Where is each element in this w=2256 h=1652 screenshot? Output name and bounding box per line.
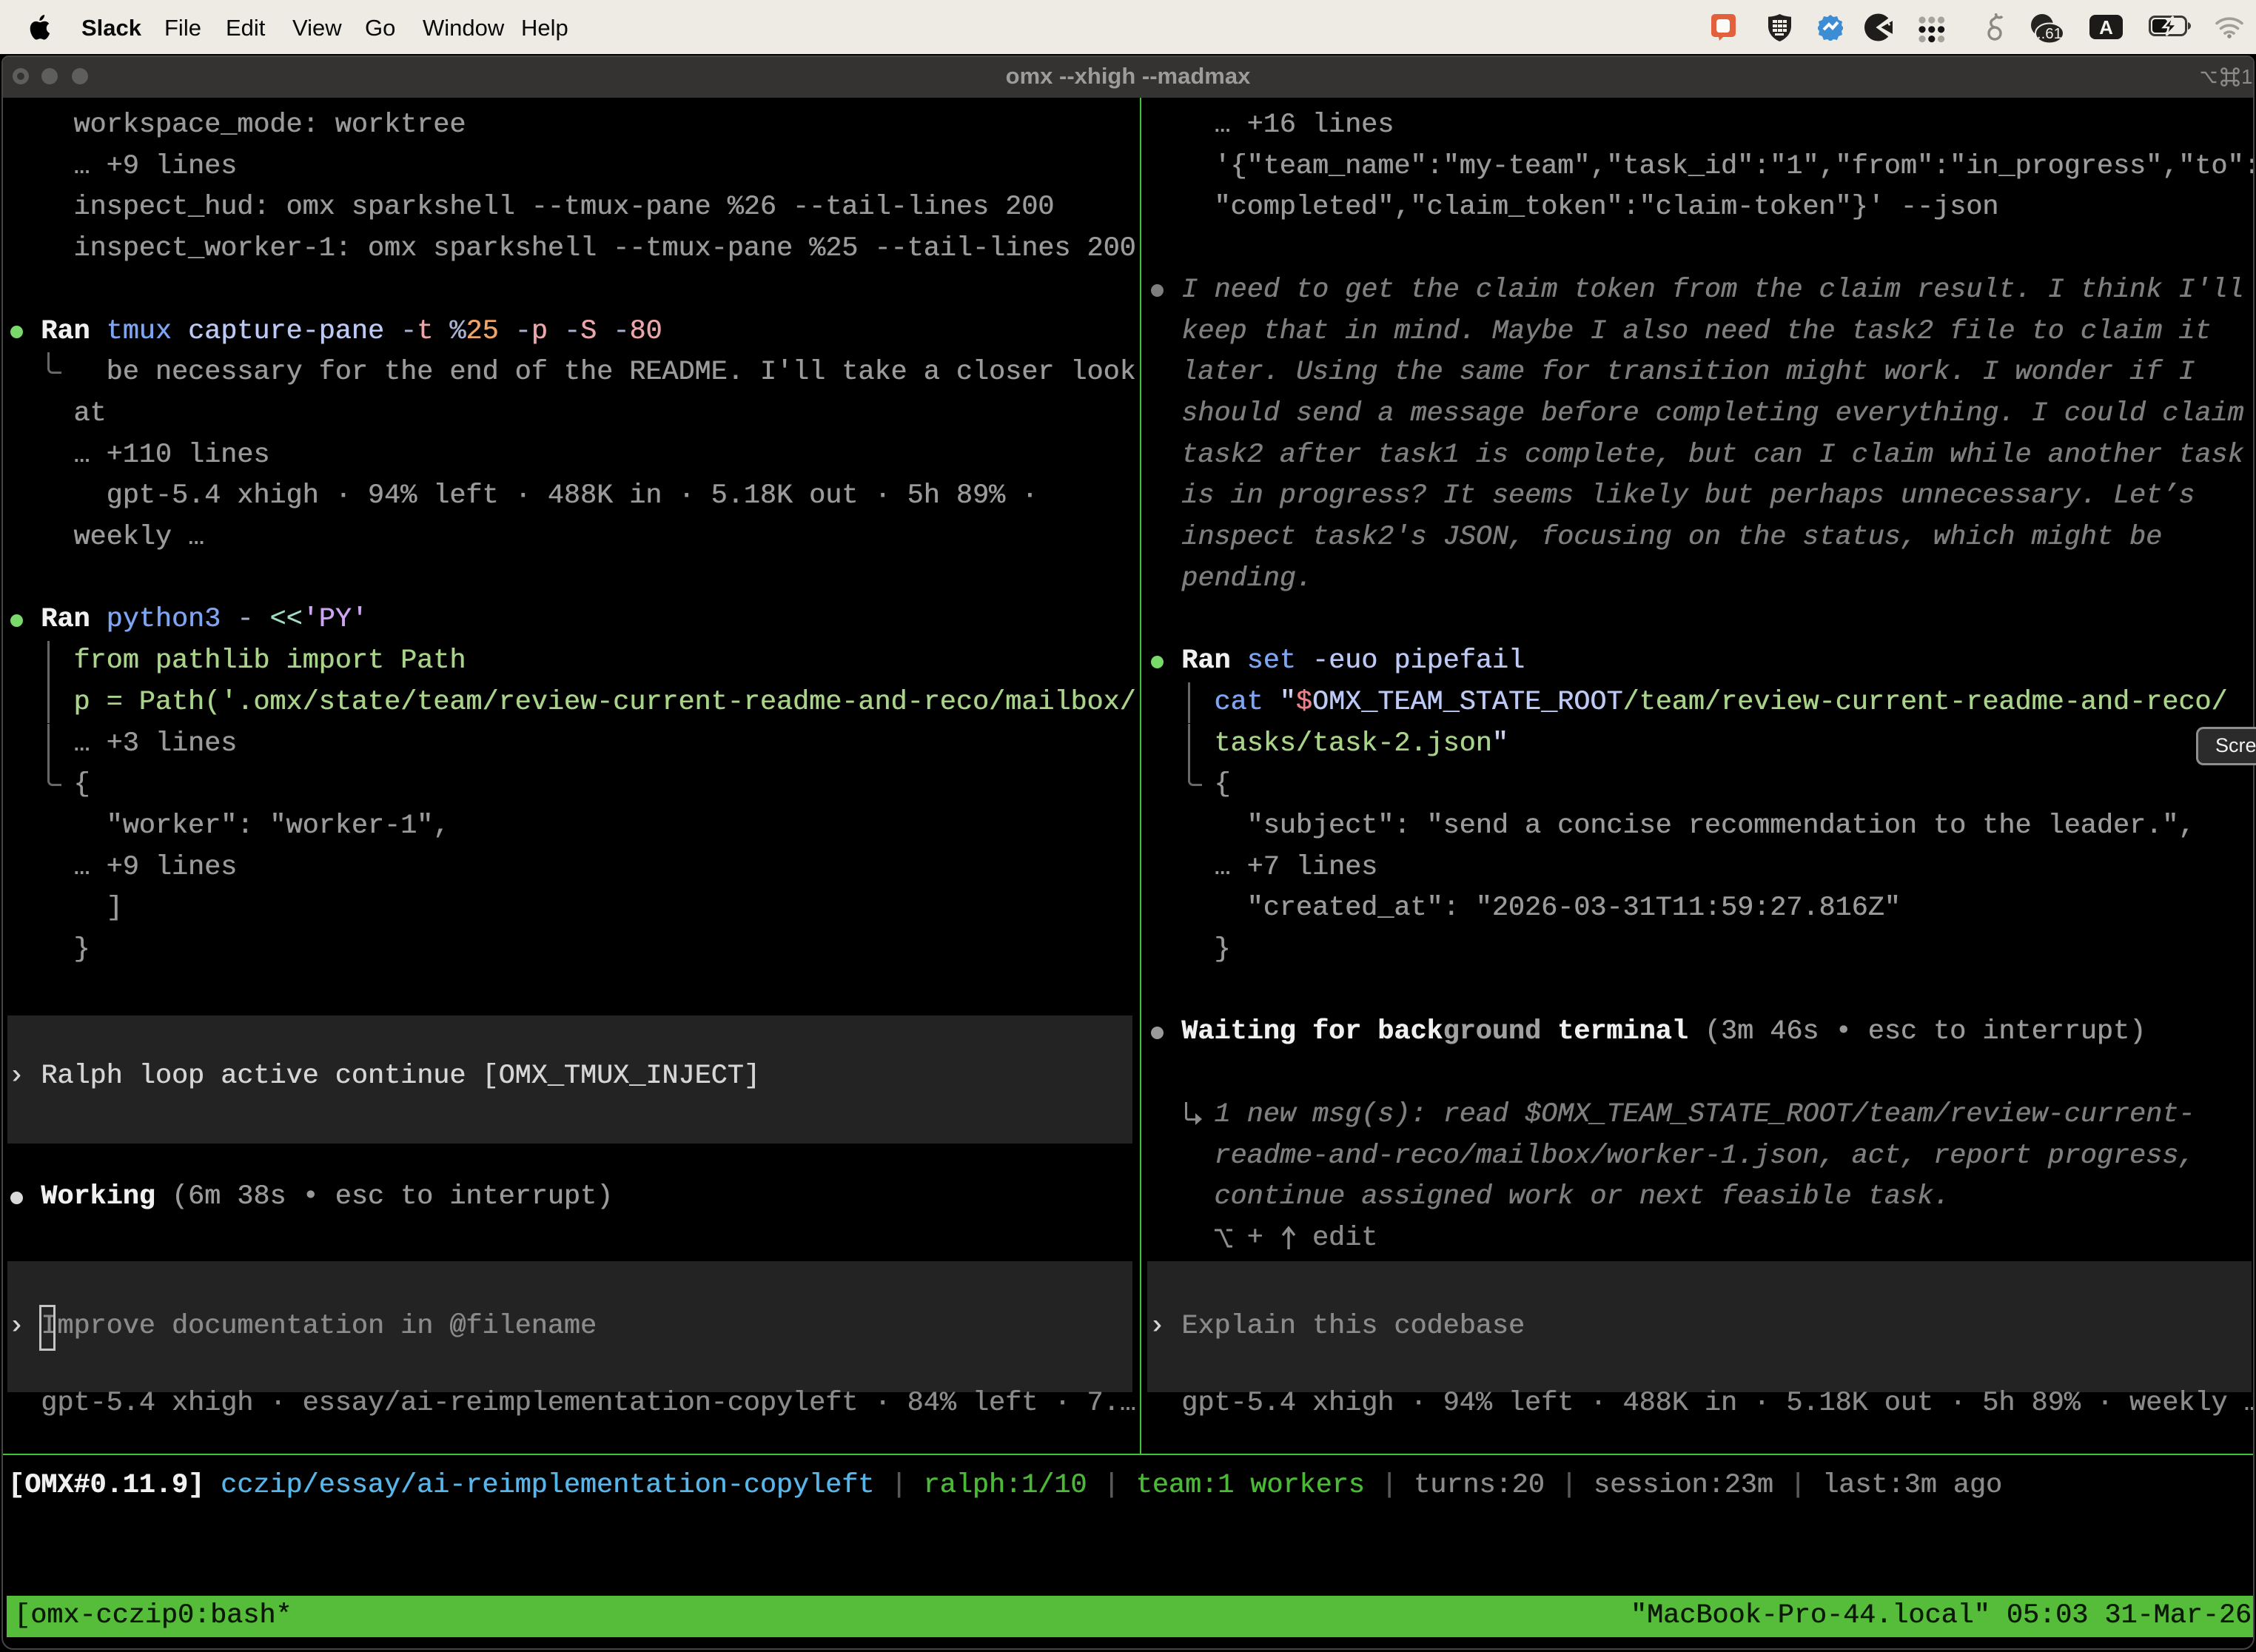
svg-text:..61: ..61 <box>2037 25 2062 42</box>
